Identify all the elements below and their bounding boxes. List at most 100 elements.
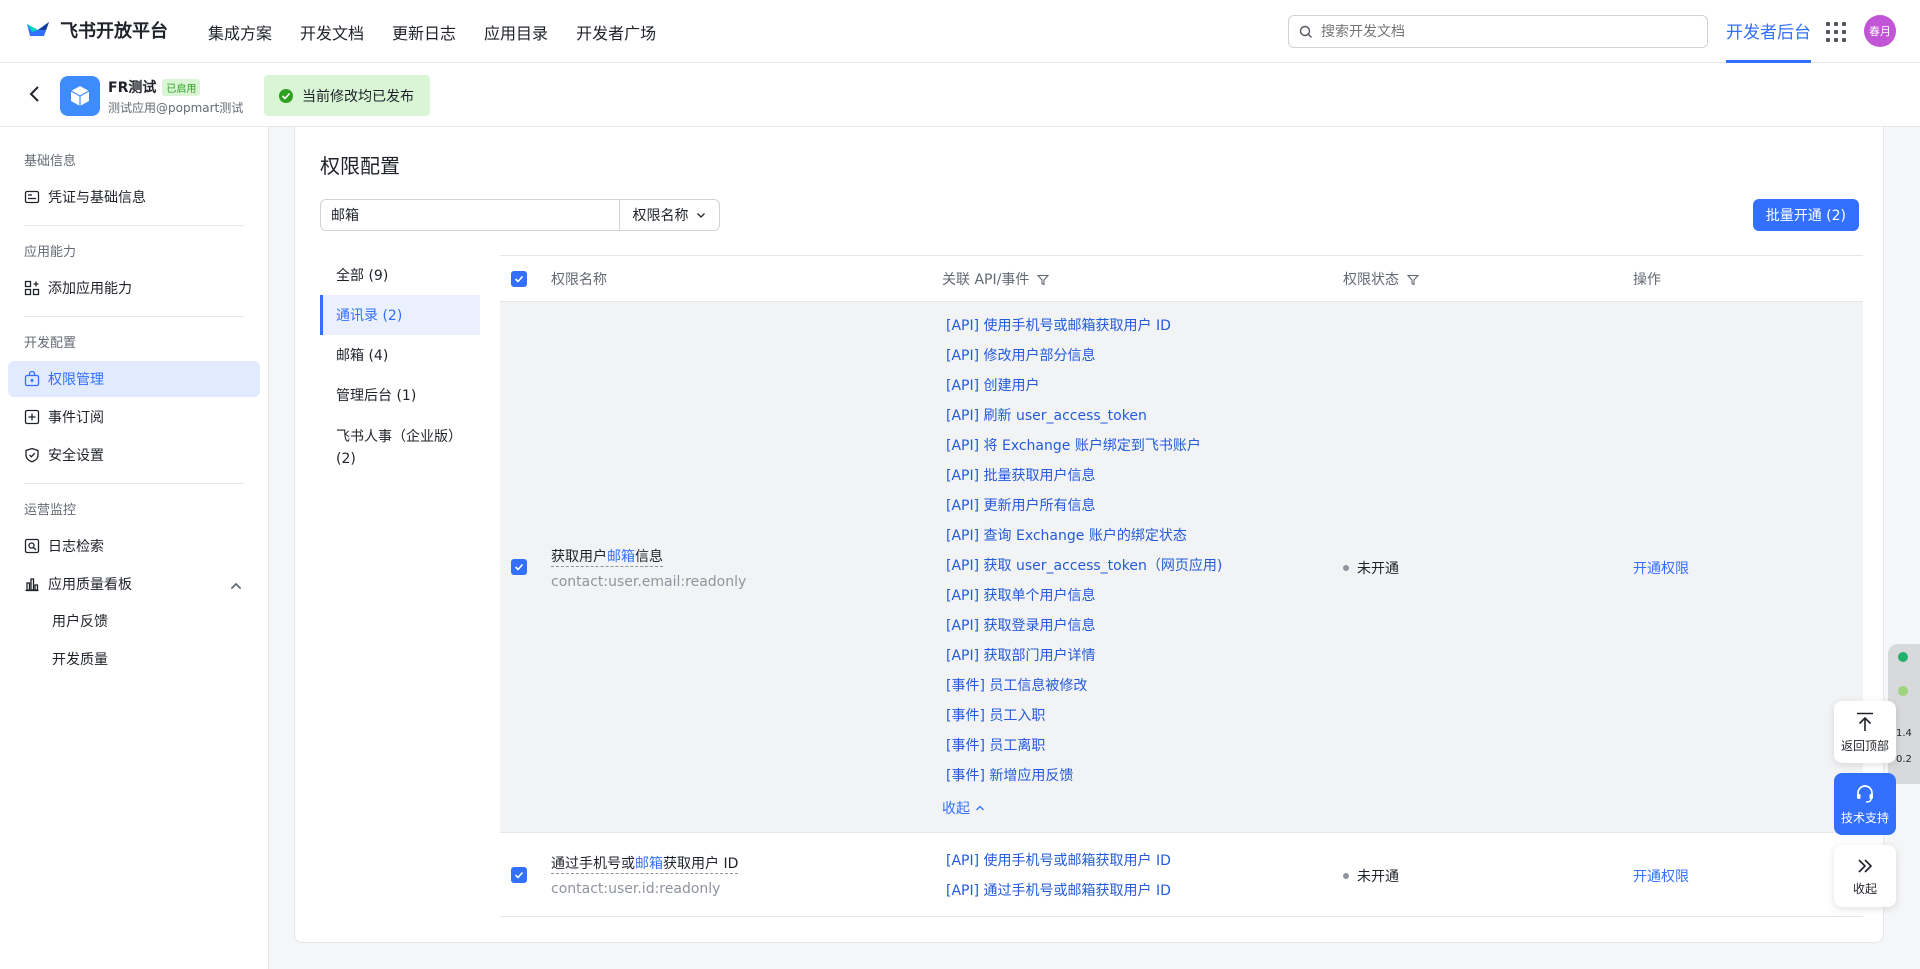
app-name: FR测试 已启用 (108, 77, 201, 97)
sidebar-item-label: 权限管理 (48, 372, 104, 388)
chevron-up-icon[interactable] (228, 578, 244, 594)
app-subtitle: 测试应用@popmart测试 (108, 101, 244, 115)
event-link[interactable]: [事件] 新增应用反馈 (946, 760, 1222, 790)
batch-enable-button[interactable]: 批量开通 (2) (1752, 199, 1859, 231)
check-icon (514, 563, 524, 571)
title-part: 获取用户 (551, 549, 607, 565)
sidebar-group-monitoring: 运营监控 (24, 502, 77, 518)
table-header: 权限名称 关联 API/事件 权限状态 操作 (500, 255, 1863, 302)
api-link[interactable]: [API] 获取单个用户信息 (946, 580, 1222, 610)
sidebar-item-label: 凭证与基础信息 (48, 190, 146, 206)
filter-icon[interactable] (1406, 274, 1420, 286)
sidebar-item-log-search[interactable]: 日志检索 (8, 528, 260, 564)
permission-search-input[interactable] (320, 199, 620, 231)
title-part: 获取用户 ID (663, 856, 739, 872)
api-link[interactable]: [API] 修改用户部分信息 (946, 340, 1222, 370)
filter-field-select[interactable]: 权限名称 (620, 199, 720, 231)
back-to-top-label: 返回顶部 (1840, 738, 1889, 753)
title-part: 通过手机号或 (551, 856, 635, 872)
filter-icon[interactable] (1037, 274, 1050, 286)
log-search-icon (24, 538, 40, 554)
api-link[interactable]: [API] 刷新 user_access_token (946, 400, 1222, 430)
api-link[interactable]: [API] 使用手机号或邮箱获取用户 ID (946, 845, 1171, 875)
row-checkbox[interactable] (511, 867, 527, 883)
permission-title[interactable]: 获取用户邮箱信息 (551, 549, 663, 567)
sidebar-subitem-user-feedback[interactable]: 用户反馈 (0, 602, 268, 640)
search-box[interactable] (1288, 15, 1708, 48)
nav-docs[interactable]: 开发文档 (300, 20, 364, 44)
sidebar-item-permissions[interactable]: 权限管理 (8, 361, 260, 397)
api-link[interactable]: [API] 批量获取用户信息 (946, 460, 1222, 490)
nav-developer-square[interactable]: 开发者广场 (576, 20, 656, 44)
filter-field-label: 权限名称 (632, 208, 689, 224)
headset-icon (1857, 784, 1873, 803)
sidebar-item-quality-dashboard[interactable]: 应用质量看板 (8, 566, 260, 602)
search-icon (1299, 25, 1312, 38)
status-text: 未开通 (1357, 869, 1399, 885)
tech-support-button[interactable]: 技术支持 (1834, 773, 1896, 835)
api-link[interactable]: [API] 通过手机号或邮箱获取用户 ID (946, 875, 1171, 905)
api-link[interactable]: [API] 获取部门用户详情 (946, 640, 1222, 670)
column-status: 权限状态 (1343, 269, 1420, 289)
nav-app-directory[interactable]: 应用目录 (484, 20, 548, 44)
select-all-checkbox[interactable] (511, 270, 527, 287)
sidebar-subitem-dev-quality[interactable]: 开发质量 (0, 640, 268, 678)
table-row: 获取用户邮箱信息 contact:user.email:readonly [AP… (500, 302, 1863, 833)
download-speed: 0.2 (1896, 754, 1912, 765)
category-all[interactable]: 全部 (9) (320, 255, 480, 295)
api-link[interactable]: [API] 获取登录用户信息 (946, 610, 1222, 640)
category-admin[interactable]: 管理后台 (1) (320, 375, 480, 415)
back-to-top-button[interactable]: 返回顶部 (1834, 701, 1896, 763)
brand[interactable]: 飞书开放平台 (24, 16, 168, 44)
permission-filter: 权限名称 (320, 199, 720, 231)
status-dot (1343, 565, 1349, 571)
collapse-apis-button[interactable]: 收起 (942, 798, 986, 818)
nav-solutions[interactable]: 集成方案 (208, 20, 272, 44)
category-corehr[interactable]: 飞书人事（企业版）(2) (320, 415, 480, 477)
sidebar-item-security[interactable]: 安全设置 (8, 437, 260, 473)
collapse-floating-button[interactable]: 收起 (1834, 845, 1896, 907)
event-link[interactable]: [事件] 员工信息被修改 (946, 670, 1222, 700)
sidebar-group-dev-config: 开发配置 (24, 335, 77, 351)
api-link[interactable]: [API] 创建用户 (946, 370, 1222, 400)
back-arrow-icon[interactable] (24, 83, 46, 105)
permission-title[interactable]: 通过手机号或邮箱获取用户 ID (551, 856, 739, 874)
double-chevron-right-icon (1858, 858, 1873, 873)
avatar[interactable]: 春月 (1864, 15, 1896, 47)
sidebar-item-label: 应用质量看板 (48, 577, 132, 593)
sidebar-item-label: 安全设置 (48, 448, 104, 464)
enable-permission-link[interactable]: 开通权限 (1633, 866, 1689, 886)
upload-speed: 1.4 (1896, 728, 1912, 739)
developer-console-link[interactable]: 开发者后台 (1726, 0, 1811, 63)
sidebar-item-add-capability[interactable]: 添加应用能力 (8, 270, 260, 306)
category-contacts[interactable]: 通讯录 (2) (320, 295, 480, 335)
permission-status: 未开通 (1343, 558, 1399, 578)
event-link[interactable]: [事件] 员工入职 (946, 700, 1222, 730)
sidebar-item-events[interactable]: 事件订阅 (8, 399, 260, 435)
api-link[interactable]: [API] 将 Exchange 账户绑定到飞书账户 (946, 430, 1222, 460)
sidebar-item-credentials[interactable]: 凭证与基础信息 (8, 179, 260, 215)
collapse-label: 收起 (1852, 881, 1877, 896)
column-status-label: 权限状态 (1343, 271, 1399, 288)
search-input[interactable] (1321, 23, 1681, 40)
category-mail[interactable]: 邮箱 (4) (320, 335, 480, 375)
title-highlight: 邮箱 (607, 549, 635, 565)
app-icon (60, 76, 100, 116)
check-icon (514, 871, 524, 879)
app-grid-icon[interactable] (1826, 22, 1846, 42)
api-link[interactable]: [API] 查询 Exchange 账户的绑定状态 (946, 520, 1222, 550)
event-link[interactable]: [事件] 员工离职 (946, 730, 1222, 760)
enable-permission-link[interactable]: 开通权限 (1633, 558, 1689, 578)
nav-changelog[interactable]: 更新日志 (392, 20, 456, 44)
arrow-up-icon (1857, 712, 1873, 731)
brand-name: 飞书开放平台 (60, 21, 168, 42)
api-link[interactable]: [API] 使用手机号或邮箱获取用户 ID (946, 310, 1222, 340)
app-name-text: FR测试 (108, 80, 157, 96)
api-link[interactable]: [API] 更新用户所有信息 (946, 490, 1222, 520)
publish-status-banner: 当前修改均已发布 (264, 75, 430, 116)
permission-name-cell: 通过手机号或邮箱获取用户 ID contact:user.id:readonly (551, 853, 739, 897)
sidebar: 基础信息 凭证与基础信息 应用能力 添加应用能力 开发配置 权限管理 事件订阅 … (0, 127, 269, 969)
status-indicator (1898, 652, 1908, 662)
row-checkbox[interactable] (511, 559, 527, 575)
api-link[interactable]: [API] 获取 user_access_token（网页应用) (946, 550, 1222, 580)
